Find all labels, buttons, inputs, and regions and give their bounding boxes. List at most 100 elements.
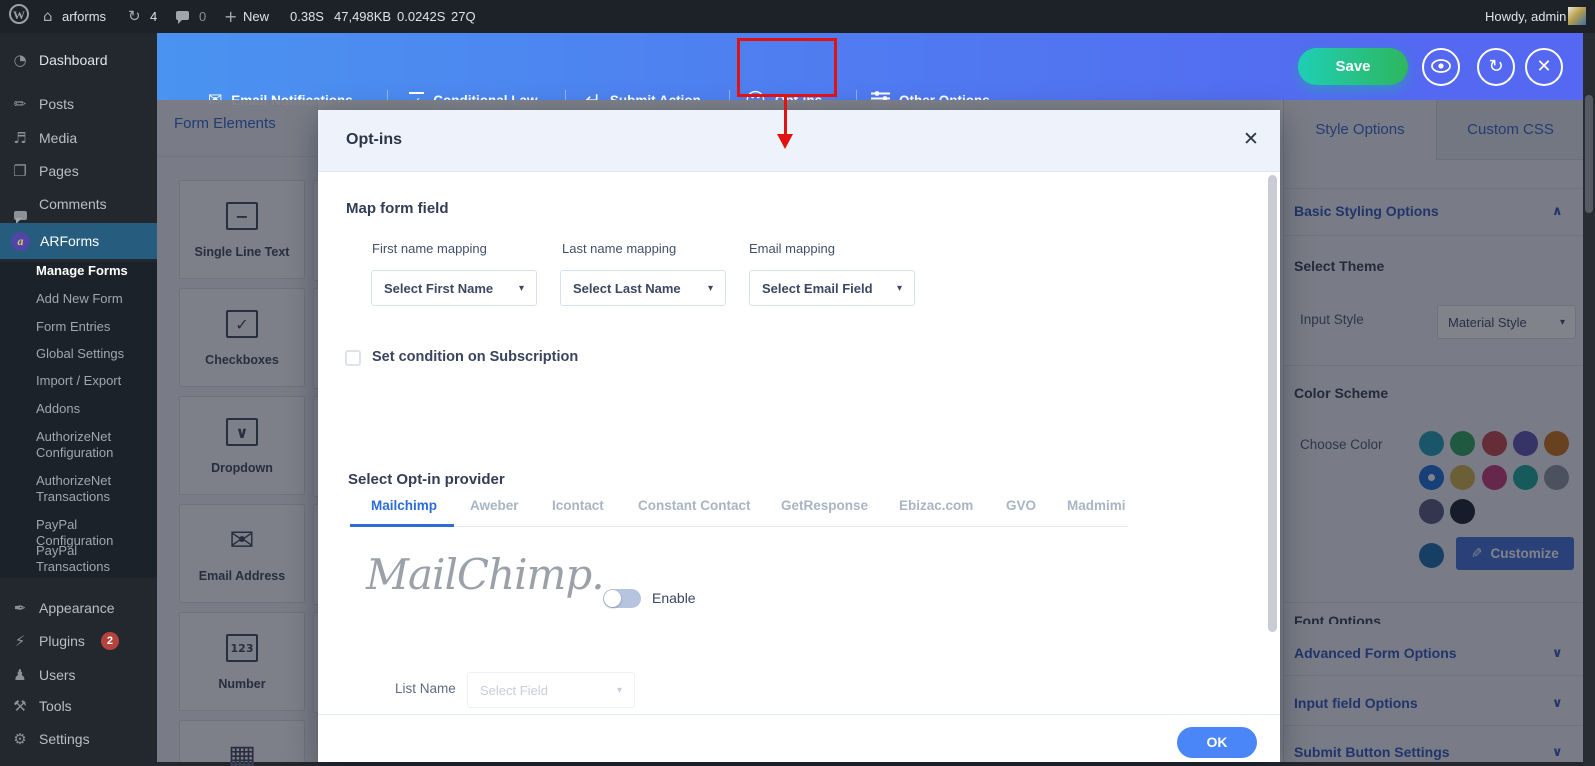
caret-down-icon: ▾: [617, 685, 622, 696]
provider-tab-gvo[interactable]: GVO: [1006, 498, 1036, 513]
site-name-link[interactable]: arforms: [62, 0, 106, 33]
annotation-arrow-head: [777, 134, 793, 149]
first-name-mapping-label: First name mapping: [372, 241, 487, 256]
email-mapping-label: Email mapping: [749, 241, 835, 256]
users-icon: ♟: [11, 666, 29, 684]
refresh-icon: ↻: [1488, 56, 1503, 77]
email-mapping-select[interactable]: Select Email Field ▾: [749, 270, 915, 306]
close-builder-button[interactable]: ✕: [1525, 48, 1563, 86]
modal-title: Opt-ins: [346, 131, 402, 149]
submenu-authorizenet-transactions[interactable]: AuthorizeNet Transactions: [0, 473, 157, 505]
refresh-button[interactable]: ↻: [1477, 48, 1515, 86]
perf-query-count: 27Q: [451, 0, 476, 33]
arforms-icon: a: [11, 232, 30, 251]
provider-tab-aweber[interactable]: Aweber: [470, 498, 519, 513]
close-icon: ✕: [1536, 56, 1551, 77]
sidebar-item-plugins[interactable]: ⚡ Plugins 2: [0, 626, 157, 656]
howdy-admin-link[interactable]: Howdy, admin: [1485, 0, 1566, 33]
sidebar-item-label: Appearance: [39, 600, 115, 616]
annotation-arrow-line: [784, 97, 787, 134]
modal-header: [318, 110, 1280, 172]
sidebar-item-appearance[interactable]: ✒ Appearance: [0, 593, 157, 623]
submenu-import-export[interactable]: Import / Export: [0, 373, 157, 389]
enable-toggle[interactable]: [603, 589, 641, 608]
submenu-add-new-form[interactable]: Add New Form: [0, 291, 157, 307]
sidebar-item-dashboard[interactable]: ◔ Dashboard: [0, 45, 157, 75]
submenu-paypal-transactions[interactable]: PayPal Transactions: [0, 543, 157, 575]
plugins-update-badge: 2: [101, 632, 119, 650]
modal-close-icon[interactable]: ✕: [1243, 128, 1259, 150]
sidebar-item-label: Tools: [39, 698, 72, 714]
last-name-mapping-label: Last name mapping: [562, 241, 676, 256]
sidebar-item-pages[interactable]: ❐ Pages: [0, 156, 157, 186]
last-name-mapping-select[interactable]: Select Last Name ▾: [560, 270, 726, 306]
condition-checkbox[interactable]: [345, 350, 361, 366]
active-tab-underline: [350, 524, 454, 527]
toggle-knob: [604, 590, 621, 607]
sidebar-item-posts[interactable]: ✏ Posts: [0, 89, 157, 119]
wp-admin-bar: W ⌂ arforms ↻ 4 0 + New 0.38S 47,498KB 0…: [0, 0, 1595, 33]
first-name-mapping-select[interactable]: Select First Name ▾: [371, 270, 537, 306]
list-name-select[interactable]: Select Field ▾: [467, 672, 635, 708]
updates-icon[interactable]: ↻: [128, 0, 141, 33]
condition-label: Set condition on Subscription: [372, 349, 578, 365]
sidebar-item-label: Users: [39, 667, 76, 683]
map-form-field-heading: Map form field: [346, 200, 449, 217]
new-content-link[interactable]: New: [243, 0, 269, 33]
provider-tab-mailchimp[interactable]: Mailchimp: [371, 498, 437, 513]
comments-bubble-icon[interactable]: [176, 11, 189, 20]
avatar[interactable]: [1568, 7, 1586, 25]
browser-scrollbar[interactable]: [1583, 33, 1595, 766]
sidebar-item-label: Media: [39, 130, 77, 146]
sidebar-item-media[interactable]: ♬ Media: [0, 123, 157, 153]
select-value: Select First Name: [384, 281, 493, 296]
save-button[interactable]: Save: [1298, 48, 1408, 85]
wordpress-logo-icon[interactable]: W: [9, 4, 29, 24]
caret-down-icon: ▾: [897, 283, 902, 294]
preview-button[interactable]: [1422, 48, 1460, 86]
provider-tab-ebizac[interactable]: Ebizac.com: [899, 498, 973, 513]
dashboard-icon: ◔: [11, 51, 29, 69]
wp-admin-sidebar: ◔ Dashboard ✏ Posts ♬ Media ❐ Pages Comm…: [0, 33, 157, 766]
perf-memory: 47,498KB: [334, 0, 391, 33]
comment-count[interactable]: 0: [199, 0, 206, 33]
list-name-label: List Name: [395, 681, 456, 696]
submenu-authorizenet-configuration[interactable]: AuthorizeNet Configuration: [0, 429, 157, 461]
provider-tab-constant-contact[interactable]: Constant Contact: [638, 498, 751, 513]
browser-scrollbar-thumb[interactable]: [1585, 95, 1593, 213]
sidebar-item-label: Pages: [39, 163, 79, 179]
sidebar-item-comments[interactable]: Comments: [0, 189, 157, 219]
provider-tab-getresponse[interactable]: GetResponse: [781, 498, 868, 513]
submenu-addons[interactable]: Addons: [0, 401, 157, 417]
perf-query-time: 0.0242S: [397, 0, 445, 33]
sidebar-item-settings[interactable]: ⚙ Settings: [0, 724, 157, 754]
posts-icon: ✏: [11, 95, 29, 113]
opt-ins-modal: Opt-ins ✕ Map form field First name mapp…: [318, 110, 1280, 762]
caret-down-icon: ▾: [708, 283, 713, 294]
select-value: Select Field: [480, 683, 548, 698]
tools-icon: ⚒: [11, 697, 29, 715]
provider-tab-icontact[interactable]: Icontact: [552, 498, 604, 513]
ok-button[interactable]: OK: [1177, 727, 1257, 758]
mailchimp-logo: MailChimp.: [366, 550, 604, 599]
sidebar-item-arforms[interactable]: a ARForms: [0, 223, 157, 259]
sidebar-item-label: Settings: [39, 731, 90, 747]
plus-icon[interactable]: +: [224, 0, 237, 33]
caret-down-icon: ▾: [519, 283, 524, 294]
provider-tab-madmimi[interactable]: Madmimi: [1067, 498, 1126, 513]
sidebar-item-tools[interactable]: ⚒ Tools: [0, 691, 157, 721]
select-value: Select Last Name: [573, 281, 681, 296]
sidebar-item-users[interactable]: ♟ Users: [0, 660, 157, 690]
sidebar-item-label: ARForms: [40, 233, 99, 249]
tab-baseline: [350, 526, 1128, 527]
submenu-global-settings[interactable]: Global Settings: [0, 346, 157, 362]
plugins-icon: ⚡: [11, 632, 29, 650]
enable-label: Enable: [652, 590, 696, 606]
annotation-highlight-box: [737, 38, 837, 97]
modal-scrollbar-thumb[interactable]: [1268, 175, 1277, 632]
submenu-manage-forms[interactable]: Manage Forms: [0, 263, 157, 279]
eye-icon: [1431, 57, 1451, 78]
update-count[interactable]: 4: [150, 0, 157, 33]
home-icon[interactable]: ⌂: [43, 0, 53, 33]
submenu-form-entries[interactable]: Form Entries: [0, 319, 157, 335]
